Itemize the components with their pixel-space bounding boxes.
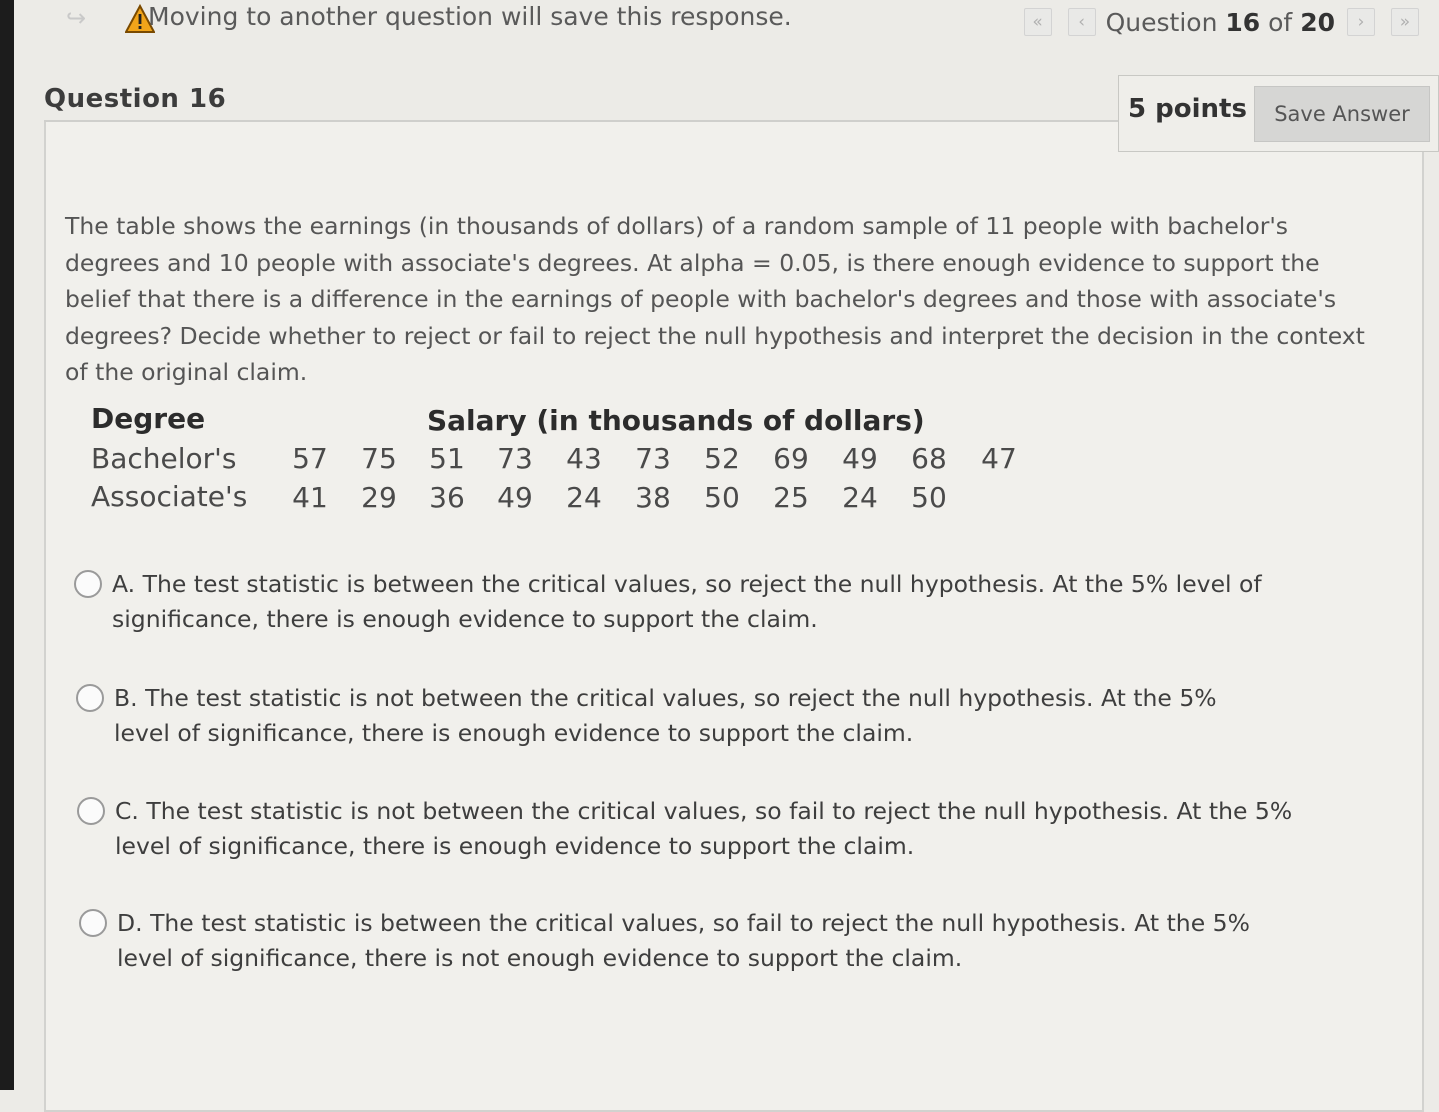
question-title: Question 16 bbox=[44, 84, 227, 114]
row-label-associates: Associate's bbox=[91, 480, 248, 513]
row-label-bachelors: Bachelor's bbox=[91, 442, 237, 475]
option-text: The test statistic is between the critic… bbox=[117, 909, 1250, 972]
table-cell: 36 bbox=[429, 481, 465, 514]
salary-header: Salary (in thousands of dollars) bbox=[427, 404, 925, 437]
table-cell: 24 bbox=[842, 481, 878, 514]
save-answer-button[interactable]: Save Answer bbox=[1254, 86, 1430, 142]
table-cell: 68 bbox=[911, 442, 947, 475]
radio-button-b[interactable] bbox=[76, 684, 104, 712]
table-cell: 50 bbox=[704, 481, 740, 514]
option-letter: A. bbox=[112, 570, 136, 598]
table-cell: 47 bbox=[981, 442, 1017, 475]
table-cell: 75 bbox=[361, 442, 397, 475]
table-cell: 41 bbox=[292, 481, 328, 514]
table-cell: 49 bbox=[842, 442, 878, 475]
table-cell: 73 bbox=[497, 442, 533, 475]
radio-button-c[interactable] bbox=[77, 797, 105, 825]
table-cell: 24 bbox=[566, 481, 602, 514]
radio-button-a[interactable] bbox=[74, 570, 102, 598]
table-cell: 38 bbox=[635, 481, 671, 514]
option-text: The test statistic is not between the cr… bbox=[115, 797, 1293, 860]
table-cell: 50 bbox=[911, 481, 947, 514]
table-cell: 49 bbox=[497, 481, 533, 514]
option-letter: C. bbox=[115, 797, 139, 825]
previous-question-button[interactable]: ‹ bbox=[1067, 8, 1096, 36]
last-question-button[interactable]: » bbox=[1391, 8, 1419, 36]
points-box: 5 points Save Answer bbox=[1118, 75, 1439, 152]
question-navigation: « ‹ Question 16 of 20 › » bbox=[1023, 4, 1419, 40]
table-cell: 29 bbox=[361, 481, 397, 514]
table-cell: 51 bbox=[429, 442, 465, 475]
radio-button-d[interactable] bbox=[79, 909, 107, 937]
screen-bezel bbox=[0, 0, 14, 1090]
table-cell: 25 bbox=[773, 481, 809, 514]
save-warning-text: Moving to another question will save thi… bbox=[148, 2, 792, 31]
first-question-button[interactable]: « bbox=[1023, 8, 1052, 36]
top-bar: ↪ Moving to another question will save t… bbox=[14, 0, 1439, 50]
option-text: The test statistic is between the critic… bbox=[112, 570, 1262, 633]
table-cell: 43 bbox=[566, 442, 602, 475]
next-question-button[interactable]: › bbox=[1347, 8, 1375, 36]
option-letter: B. bbox=[114, 684, 138, 712]
question-prompt: The table shows the earnings (in thousan… bbox=[65, 212, 1365, 386]
table-cell: 52 bbox=[704, 442, 740, 475]
option-text: The test statistic is not between the cr… bbox=[114, 684, 1217, 747]
points-label: 5 points bbox=[1128, 94, 1247, 124]
table-cell: 69 bbox=[773, 442, 809, 475]
table-cell: 57 bbox=[292, 442, 328, 475]
option-letter: D. bbox=[117, 909, 143, 937]
table-cell: 73 bbox=[635, 442, 671, 475]
return-arrow-icon: ↪ bbox=[66, 4, 87, 32]
question-counter: Question 16 of 20 bbox=[1105, 7, 1335, 37]
degree-header: Degree bbox=[91, 402, 206, 435]
